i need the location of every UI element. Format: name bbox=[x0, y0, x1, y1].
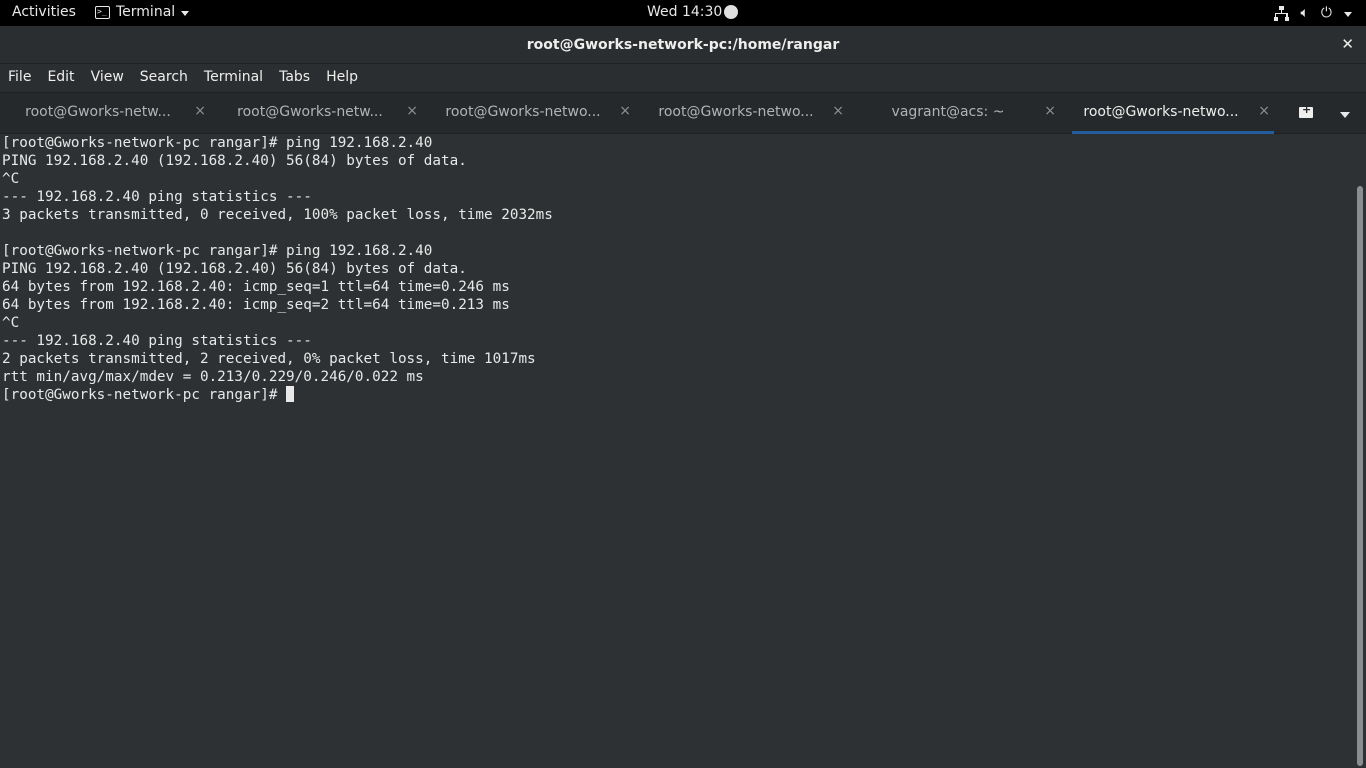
terminal-line: 2 packets transmitted, 2 received, 0% pa… bbox=[2, 351, 536, 367]
terminal-line: 64 bytes from 192.168.2.40: icmp_seq=2 t… bbox=[2, 297, 510, 313]
chevron-down-icon bbox=[1344, 11, 1352, 17]
shell-prompt: [root@Gworks-network-pc rangar]# bbox=[2, 387, 287, 403]
menu-file[interactable]: File bbox=[0, 64, 39, 92]
terminal-line: [root@Gworks-network-pc rangar]# ping 19… bbox=[2, 243, 433, 259]
system-status-area[interactable]: 🔈︎ ⏻ bbox=[1273, 5, 1352, 21]
terminal-line: PING 192.168.2.40 (192.168.2.40) 56(84) … bbox=[2, 153, 467, 169]
tab-4[interactable]: root@Gworks-netwo... × bbox=[648, 93, 848, 133]
tab-6-active[interactable]: root@Gworks-netwo... × bbox=[1072, 93, 1274, 134]
activities-button[interactable]: Activities bbox=[12, 4, 76, 20]
terminal-line: [root@Gworks-network-pc rangar]# ping 19… bbox=[2, 135, 433, 151]
network-icon bbox=[1273, 5, 1289, 21]
terminal-app-icon: >_ bbox=[95, 5, 110, 19]
terminal-line: PING 192.168.2.40 (192.168.2.40) 56(84) … bbox=[2, 261, 467, 277]
tab-close-icon[interactable]: × bbox=[832, 103, 844, 119]
tab-close-icon[interactable]: × bbox=[1044, 103, 1056, 119]
menu-search[interactable]: Search bbox=[132, 64, 196, 92]
chevron-down-icon bbox=[181, 10, 190, 16]
tab-label: root@Gworks-netwo... bbox=[658, 104, 814, 120]
tab-label: vagrant@acs: ~ bbox=[891, 104, 1005, 120]
new-tab-button[interactable]: + bbox=[1288, 93, 1324, 133]
volume-icon: 🔈︎ bbox=[1300, 5, 1309, 21]
tab-2[interactable]: root@Gworks-netw... × bbox=[222, 93, 422, 133]
tab-label: root@Gworks-netw... bbox=[237, 104, 383, 120]
menubar: File Edit View Search Terminal Tabs Help bbox=[0, 64, 1366, 92]
window-title: root@Gworks-network-pc:/home/rangar bbox=[526, 37, 840, 53]
tab-label: root@Gworks-netwo... bbox=[445, 104, 601, 120]
tab-list-menu-button[interactable] bbox=[1330, 93, 1366, 133]
gnome-top-bar: Activities >_ Terminal Wed 14:30 🔈︎ ⏻ bbox=[0, 0, 1366, 26]
close-window-button[interactable]: ✕ bbox=[1341, 35, 1354, 53]
menu-help[interactable]: Help bbox=[318, 64, 366, 92]
chevron-down-icon bbox=[1340, 112, 1350, 118]
tab-close-icon[interactable]: × bbox=[406, 103, 418, 119]
tab-bar: root@Gworks-netw... × root@Gworks-netw..… bbox=[0, 92, 1366, 134]
scrollbar-thumb[interactable] bbox=[1357, 186, 1363, 766]
terminal-line: rtt min/avg/max/mdev = 0.213/0.229/0.246… bbox=[2, 369, 424, 385]
terminal-line: --- 192.168.2.40 ping statistics --- bbox=[2, 189, 312, 205]
clock[interactable]: Wed 14:30 bbox=[647, 4, 739, 20]
notification-dot-icon bbox=[724, 5, 739, 19]
tab-close-icon[interactable]: × bbox=[1258, 103, 1270, 119]
power-icon: ⏻ bbox=[1320, 5, 1332, 21]
terminal-line: 3 packets transmitted, 0 received, 100% … bbox=[2, 207, 553, 223]
app-menu-label: Terminal bbox=[116, 4, 176, 20]
menu-tabs[interactable]: Tabs bbox=[271, 64, 318, 92]
menu-edit[interactable]: Edit bbox=[39, 64, 82, 92]
tab-label: root@Gworks-netwo... bbox=[1083, 104, 1239, 120]
terminal-line: --- 192.168.2.40 ping statistics --- bbox=[2, 333, 312, 349]
tab-1[interactable]: root@Gworks-netw... × bbox=[10, 93, 210, 133]
tab-3[interactable]: root@Gworks-netwo... × bbox=[435, 93, 635, 133]
tab-5[interactable]: vagrant@acs: ~ × bbox=[860, 93, 1060, 133]
tab-close-icon[interactable]: × bbox=[194, 103, 206, 119]
window-title-bar[interactable]: root@Gworks-network-pc:/home/rangar ✕ bbox=[0, 26, 1366, 64]
menu-terminal[interactable]: Terminal bbox=[196, 64, 271, 92]
tab-close-icon[interactable]: × bbox=[619, 103, 631, 119]
terminal-scrollbar[interactable] bbox=[1354, 134, 1366, 768]
menu-view[interactable]: View bbox=[83, 64, 132, 92]
terminal-prompt-line: [root@Gworks-network-pc rangar]# bbox=[2, 386, 1354, 404]
terminal-output[interactable]: [root@Gworks-network-pc rangar]# ping 19… bbox=[0, 134, 1354, 768]
clock-label: Wed 14:30 bbox=[647, 4, 723, 20]
terminal-line: ^C bbox=[2, 315, 20, 331]
terminal-line: 64 bytes from 192.168.2.40: icmp_seq=1 t… bbox=[2, 279, 510, 295]
app-menu[interactable]: >_ Terminal bbox=[95, 4, 190, 20]
text-cursor bbox=[286, 386, 295, 402]
terminal-line: ^C bbox=[2, 171, 20, 187]
tab-label: root@Gworks-netw... bbox=[25, 104, 171, 120]
